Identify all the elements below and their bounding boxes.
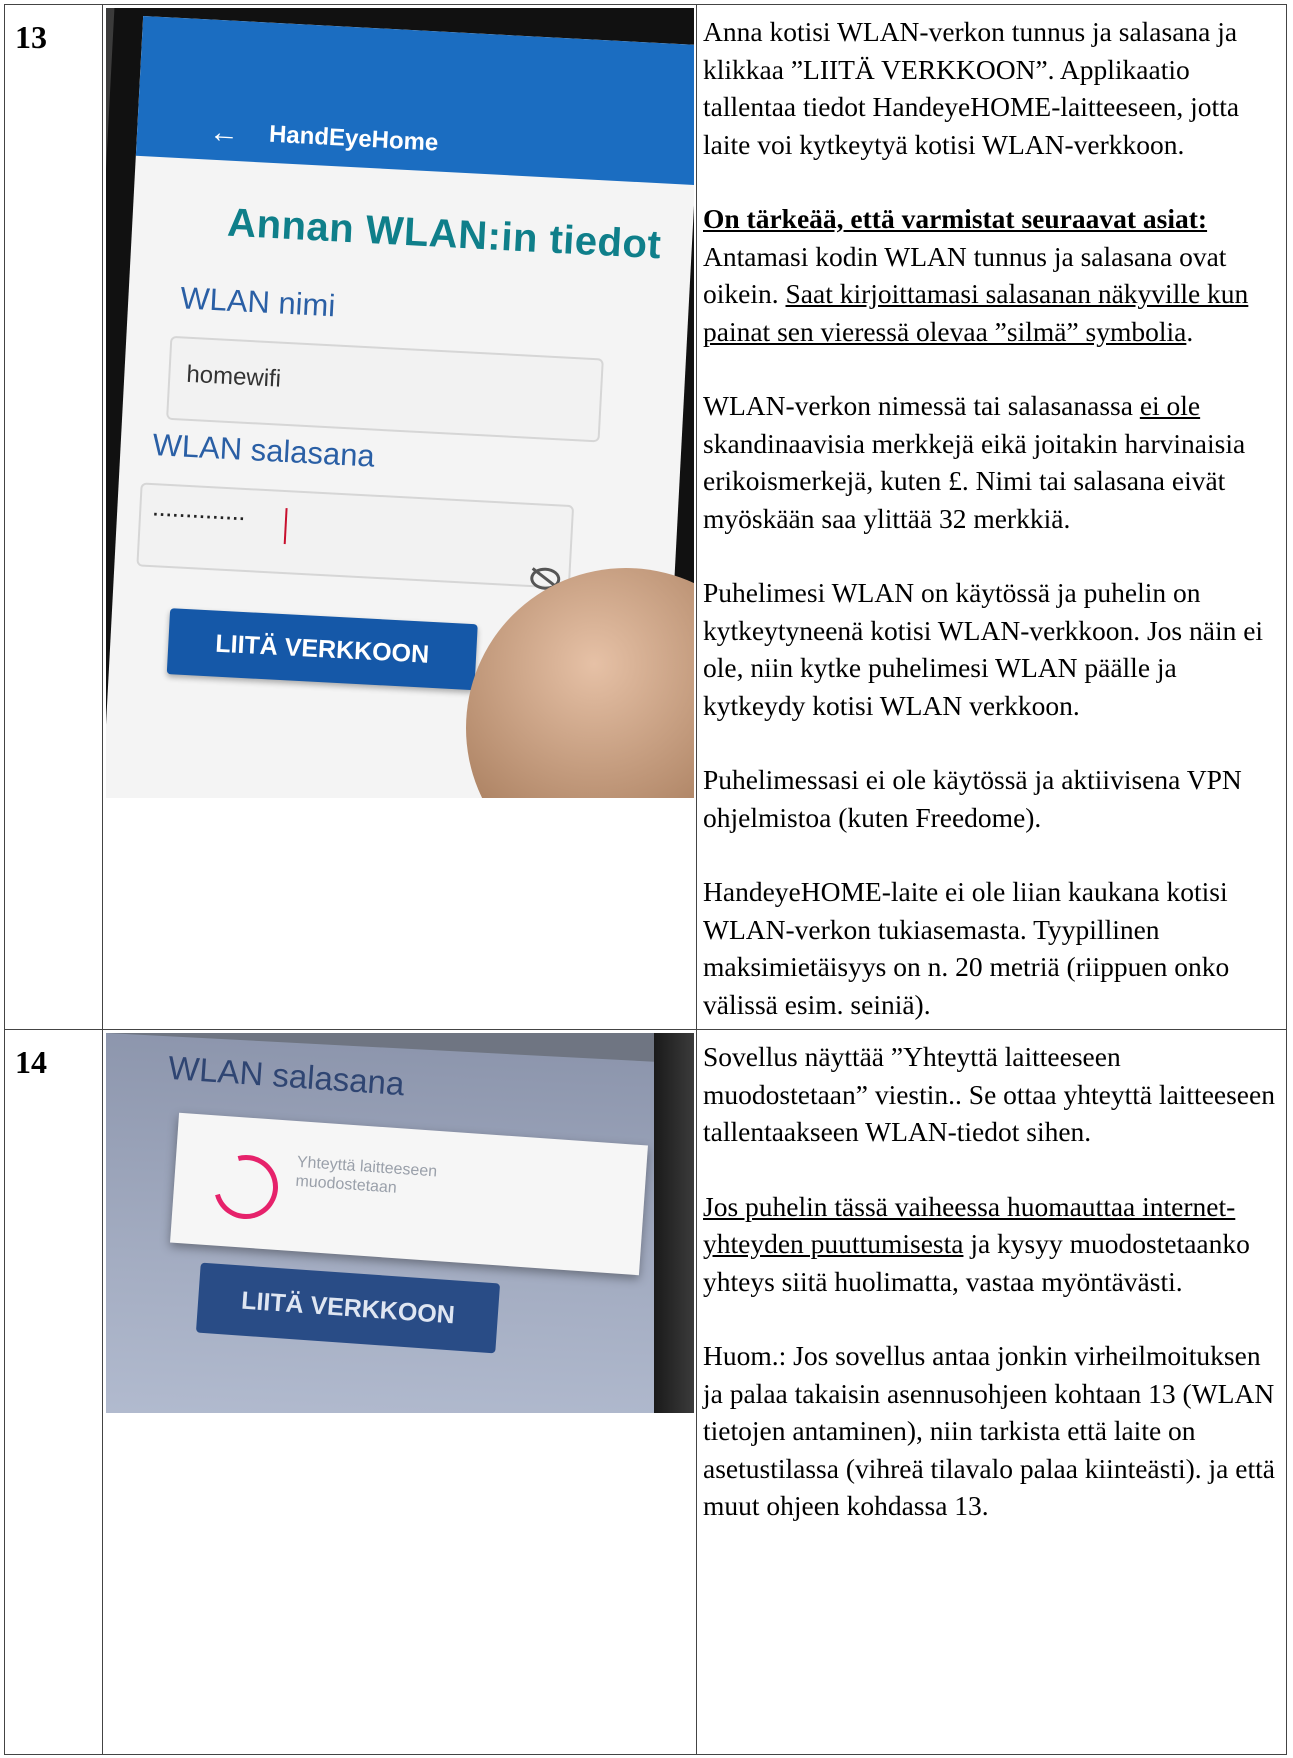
wlan-password-field	[136, 482, 575, 590]
step-number: 14	[15, 1044, 47, 1080]
text-cell: Sovellus näyttää ”Yhteyttä laitteeseen m…	[696, 1029, 1287, 1755]
check-characters: WLAN-verkon nimessä tai salasanassa ei o…	[703, 387, 1280, 537]
check-vpn: Puhelimessasi ei ole käytössä ja aktiivi…	[703, 764, 1242, 833]
wlan-name-label: WLAN nimi	[179, 280, 337, 324]
phone-photo-connecting: WLAN salasana Yhteyttä laitteeseen muodo…	[106, 1033, 694, 1413]
back-arrow-icon: ←	[208, 115, 240, 151]
check-credentials-end: .	[1186, 315, 1194, 347]
app-bar	[135, 15, 694, 186]
wlan-password-value: ··············	[150, 497, 246, 532]
check-credentials-eye-hint: Saat kirjoittamasi salasanan näkyville k…	[703, 278, 1249, 347]
step-row-13: 13 ← HandEyeHome Annan WLAN:in tiedot WL…	[4, 4, 1287, 1030]
phone-bezel	[654, 1033, 694, 1413]
check-characters-text: WLAN-verkon nimessä tai salasanassa	[703, 390, 1140, 421]
error-note: Huom.: Jos sovellus antaa jonkin virheil…	[703, 1340, 1275, 1521]
step-intro: Sovellus näyttää ”Yhteyttä laitteeseen m…	[703, 1041, 1275, 1147]
check-distance: HandeyeHOME-laite ei ole liian kaukana k…	[703, 876, 1230, 1020]
check-credentials: Antamasi kodin WLAN tunnus ja salasana o…	[703, 238, 1280, 351]
phone-photo-wlan-form: ← HandEyeHome Annan WLAN:in tiedot WLAN …	[106, 8, 694, 798]
step-number-cell: 13	[4, 4, 103, 1030]
connect-button: LIITÄ VERKKOON	[166, 608, 478, 691]
step-intro: Anna kotisi WLAN-verkon tunnus ja salasa…	[703, 16, 1240, 160]
photo-cell: WLAN salasana Yhteyttä laitteeseen muodo…	[102, 1029, 697, 1755]
check-characters-rest: skandinaavisia merkkejä eikä joitakin ha…	[703, 427, 1246, 534]
important-heading: On tärkeää, että varmistat seuraavat asi…	[703, 203, 1208, 234]
wlan-password-label: WLAN salasana	[151, 427, 376, 474]
check-characters-emphasis: ei ole	[1139, 390, 1201, 421]
step-row-14: 14 WLAN salasana Yhteyttä laitteeseen mu…	[4, 1029, 1287, 1755]
screen-heading: Annan WLAN:in tiedot	[226, 200, 663, 268]
step-number: 13	[15, 19, 47, 55]
wlan-name-value: homewifi	[185, 360, 282, 393]
instruction-table: 13 ← HandEyeHome Annan WLAN:in tiedot WL…	[4, 4, 1287, 1755]
text-cell: Anna kotisi WLAN-verkon tunnus ja salasa…	[696, 4, 1287, 1030]
photo-cell: ← HandEyeHome Annan WLAN:in tiedot WLAN …	[102, 4, 697, 1030]
internet-warning: Jos puhelin tässä vaiheessa huomauttaa i…	[703, 1188, 1280, 1301]
step-number-cell: 14	[4, 1029, 103, 1755]
check-phone-wlan: Puhelimesi WLAN on käytössä ja puhelin o…	[703, 577, 1264, 721]
